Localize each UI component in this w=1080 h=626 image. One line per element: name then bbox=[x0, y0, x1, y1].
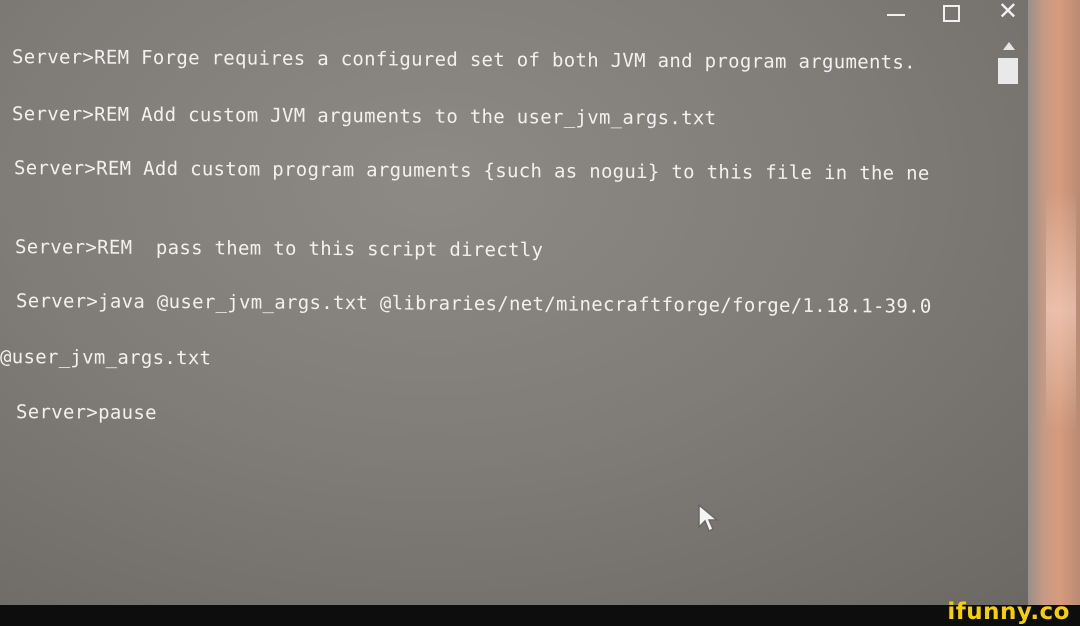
console-line: Server>REM Add custom JVM arguments to t… bbox=[12, 103, 717, 130]
console-line: @user_jvm_args.txt bbox=[0, 346, 212, 370]
console-window-photo: ✕ Server>REM Forge requires a configured… bbox=[0, 0, 1080, 605]
console-line: Server>REM Forge requires a configured s… bbox=[12, 46, 916, 74]
monitor-bezel bbox=[1028, 0, 1080, 605]
console-output: Server>REM Forge requires a configured s… bbox=[0, 0, 1010, 605]
bezel-light-reflection bbox=[1046, 190, 1076, 430]
console-line: Server>java @user_jvm_args.txt @librarie… bbox=[16, 290, 932, 318]
console-line: Server>REM Add custom program arguments … bbox=[14, 157, 930, 185]
console-line: Server>pause bbox=[16, 401, 157, 424]
footer-bar: ifunny.co bbox=[0, 599, 1080, 626]
mouse-pointer-icon bbox=[698, 503, 719, 533]
ifunny-watermark: ifunny.co bbox=[947, 599, 1070, 625]
console-scrollbar[interactable] bbox=[998, 42, 1020, 92]
scroll-thumb[interactable] bbox=[998, 58, 1018, 84]
scroll-up-arrow-icon[interactable] bbox=[1003, 42, 1015, 50]
console-line: Server>REM pass them to this script dire… bbox=[15, 236, 544, 262]
